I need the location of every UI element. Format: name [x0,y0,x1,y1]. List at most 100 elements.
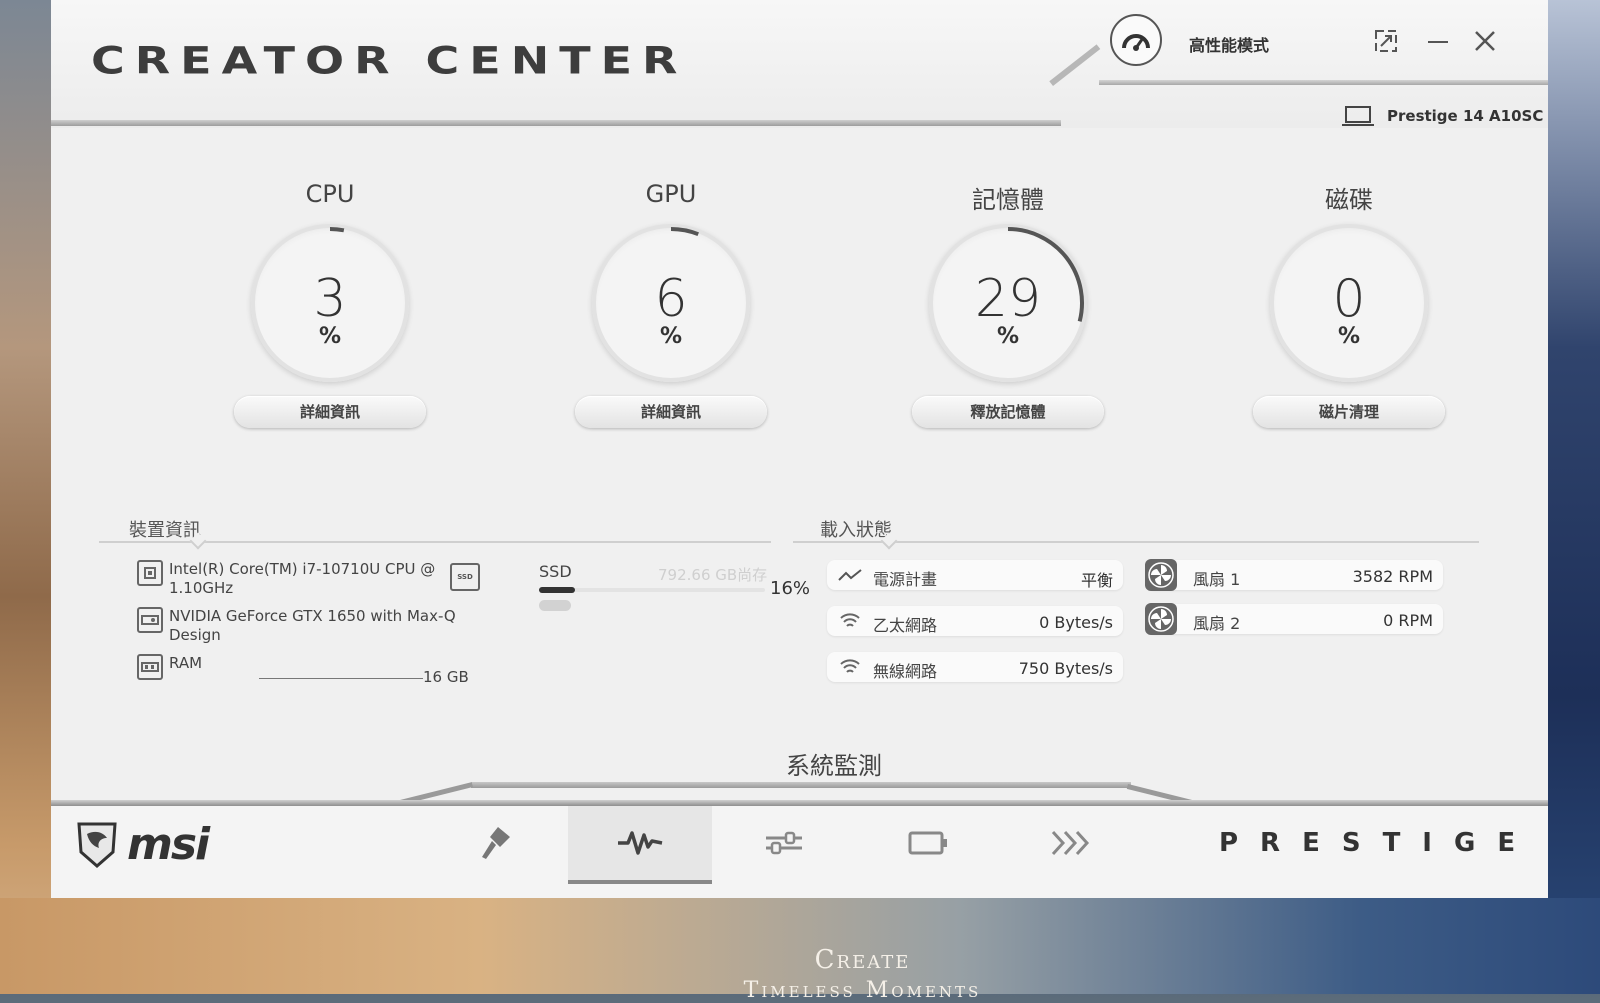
device-model-name: Prestige 14 A10SC [1387,107,1543,125]
ssd-usage-fill [539,587,575,593]
active-section-title: 系統監測 [786,746,882,781]
cpu-details-button[interactable]: 詳細資訊 [234,396,426,428]
disk-usage-unit: % [1270,324,1428,349]
tab-advanced[interactable] [1000,806,1144,880]
close-button[interactable] [1468,24,1502,58]
disk-gauge: 磁碟 0 % 磁片清理 [1249,180,1449,428]
load-status-title: 載入狀態 [820,516,892,542]
gpu-usage-value: 6 [592,272,750,326]
cpu-info-row: Intel(R) Core(TM) i7-10710U CPU @ 1.10GH… [137,560,437,598]
free-memory-button[interactable]: 釋放記憶體 [912,396,1104,428]
gpu-gauge-ring: 6 % [592,224,750,382]
gpu-usage-arc [671,229,698,234]
disk-gauge-ring: 0 % [1270,224,1428,382]
ram-label: RAM [169,654,202,673]
ssd-list-scrollbar[interactable] [539,600,571,611]
performance-mode-button[interactable] [1110,14,1162,66]
shrink-icon [1373,28,1399,54]
battery-icon [907,829,949,857]
title-divider [51,120,1061,126]
cpu-info-text: Intel(R) Core(TM) i7-10710U CPU @ 1.10GH… [169,560,437,598]
device-model-info: Prestige 14 A10SC [1341,105,1543,127]
wifi-icon [837,657,863,677]
msi-dragon-shield-icon [75,818,119,870]
fan1-label: 風扇 1 [1193,566,1240,590]
tab-battery[interactable] [856,806,1000,880]
graphics-card-icon [137,607,163,633]
app-title: CREATOR CENTER [91,38,687,82]
disk-usage-value: 0 [1270,272,1428,326]
cpu-usage-arc [330,229,344,230]
wallpaper-caption-line1: Create [0,945,1600,975]
ethernet-row: 乙太網路 0 Bytes/s [827,606,1123,636]
pulse-icon [616,829,664,857]
trend-line-icon [837,565,863,585]
ram-value: 16 GB [423,668,469,687]
fan1-value: 3582 RPM [1353,567,1433,586]
ssd-icon: SSD [450,563,480,591]
performance-mode-label: 高性能模式 [1189,32,1269,56]
memory-gauge-ring: 29 % [929,224,1087,382]
minimize-button[interactable] [1421,24,1455,58]
msi-logo: msi [75,818,208,870]
tab-creator-tools[interactable] [424,806,568,880]
wifi-label: 無線網路 [873,658,937,682]
fan2-row: 風扇 2 0 RPM [1147,604,1443,634]
gpu-info-row: NVIDIA GeForce GTX 1650 with Max-Q Desig… [137,607,457,645]
title-divider-upper [1099,80,1548,85]
power-plan-label: 電源計畫 [873,566,937,590]
cpu-chip-icon [137,560,163,586]
device-info-title: 裝置資訊 [129,516,201,542]
fan-icon [1145,603,1177,635]
gpu-usage-unit: % [592,324,750,349]
ram-leader-line [259,678,423,679]
tab-settings[interactable] [712,806,856,880]
gpu-details-button[interactable]: 詳細資訊 [575,396,767,428]
fan2-label: 風扇 2 [1193,610,1240,634]
disk-gauge-title: 磁碟 [1249,180,1449,214]
cpu-gauge: CPU 3 % 詳細資訊 [230,180,430,428]
sliders-icon [762,828,806,858]
footer-divider-raised [471,782,1131,788]
memory-usage-value: 29 [929,272,1087,326]
memory-gauge: 記憶體 29 % 釋放記憶體 [908,180,1108,428]
ssd-icon-text: SSD [457,573,473,581]
desktop-wallpaper-left [0,0,52,994]
disk-cleanup-button[interactable]: 磁片清理 [1253,396,1445,428]
chevrons-icon [1049,828,1095,858]
wallpaper-caption-line2: Timeless Moments [0,978,1600,1003]
power-plan-row[interactable]: 電源計畫 平衡 [827,560,1123,590]
cpu-gauge-ring: 3 % [251,224,409,382]
memory-gauge-title: 記憶體 [908,180,1108,214]
footer-bar: msi [51,806,1548,898]
gpu-info-text: NVIDIA GeForce GTX 1650 with Max-Q Desig… [169,607,457,645]
ssd-usage-percent: 16% [770,578,810,599]
cpu-usage-value: 3 [251,272,409,326]
creator-center-window: CREATOR CENTER 高性能模式 [51,0,1548,898]
ram-info-row: RAM [137,654,202,680]
fan2-value: 0 RPM [1383,611,1433,630]
cpu-usage-unit: % [251,324,409,349]
prestige-logo-text: PRESTIGE [1219,828,1537,858]
ethernet-value: 0 Bytes/s [1039,613,1113,632]
gpu-gauge: GPU 6 % 詳細資訊 [571,180,771,428]
title-bar: CREATOR CENTER 高性能模式 [51,0,1548,128]
close-icon [1474,30,1496,52]
compact-mode-button[interactable] [1369,24,1403,58]
speedometer-icon [1121,29,1151,51]
desktop-wallpaper-right [1548,0,1600,994]
network-signal-icon [837,611,863,631]
ram-module-icon [137,654,163,680]
cpu-gauge-title: CPU [230,180,430,214]
ssd-free-space: 792.66 GB尚存 [658,564,767,585]
title-divider-slant [1049,44,1100,86]
memory-usage-unit: % [929,324,1087,349]
fan-icon [1145,559,1177,591]
fan1-row: 風扇 1 3582 RPM [1147,560,1443,590]
wifi-row: 無線網路 750 Bytes/s [827,652,1123,682]
tab-system-monitor[interactable] [568,806,712,884]
wifi-value: 750 Bytes/s [1019,659,1113,678]
ssd-label: SSD [539,562,572,581]
gpu-gauge-title: GPU [571,180,771,214]
ethernet-label: 乙太網路 [873,612,937,636]
